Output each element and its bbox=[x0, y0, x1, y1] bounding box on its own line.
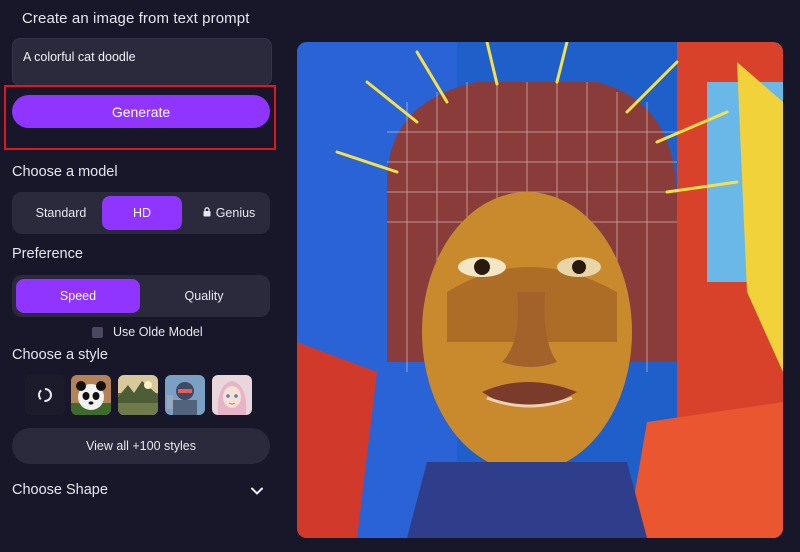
prompt-input-value: A colorful cat doodle bbox=[23, 50, 136, 64]
generated-image bbox=[297, 42, 783, 538]
model-option-standard[interactable]: Standard bbox=[16, 196, 106, 230]
anime-girl-icon bbox=[212, 375, 252, 415]
model-option-genius[interactable]: Genius bbox=[188, 196, 270, 230]
olde-model-checkbox[interactable] bbox=[92, 326, 103, 338]
olde-model-label: Use Olde Model bbox=[113, 325, 203, 339]
model-option-hd[interactable]: HD bbox=[102, 196, 182, 230]
robot-icon bbox=[165, 375, 205, 415]
style-thumb-anime[interactable] bbox=[212, 375, 252, 415]
style-thumb-robot[interactable] bbox=[165, 375, 205, 415]
no-style-icon bbox=[38, 388, 52, 402]
model-section-label: Choose a model bbox=[12, 164, 118, 180]
style-section-label: Choose a style bbox=[12, 347, 108, 363]
preference-option-speed[interactable]: Speed bbox=[16, 279, 140, 313]
style-thumb-none[interactable] bbox=[25, 375, 65, 415]
lock-icon bbox=[203, 207, 211, 219]
chevron-down-icon[interactable] bbox=[250, 484, 264, 498]
preference-option-quality[interactable]: Quality bbox=[142, 279, 266, 313]
page-title: Create an image from text prompt bbox=[22, 10, 250, 27]
preference-section-label: Preference bbox=[12, 246, 83, 262]
landscape-icon bbox=[118, 375, 158, 415]
panda-icon bbox=[71, 375, 111, 415]
shape-section-label[interactable]: Choose Shape bbox=[12, 482, 108, 498]
olde-model-toggle[interactable]: Use Olde Model bbox=[92, 325, 203, 339]
model-selector: Standard HD Genius bbox=[12, 192, 270, 234]
view-all-styles-button[interactable]: View all +100 styles bbox=[12, 428, 270, 464]
preference-selector: Speed Quality bbox=[12, 275, 270, 317]
style-thumb-landscape[interactable] bbox=[118, 375, 158, 415]
model-option-genius-label: Genius bbox=[215, 206, 256, 220]
style-thumb-panda[interactable] bbox=[71, 375, 111, 415]
annotation-highlight-box bbox=[4, 85, 276, 150]
prompt-input[interactable]: A colorful cat doodle bbox=[12, 38, 272, 86]
